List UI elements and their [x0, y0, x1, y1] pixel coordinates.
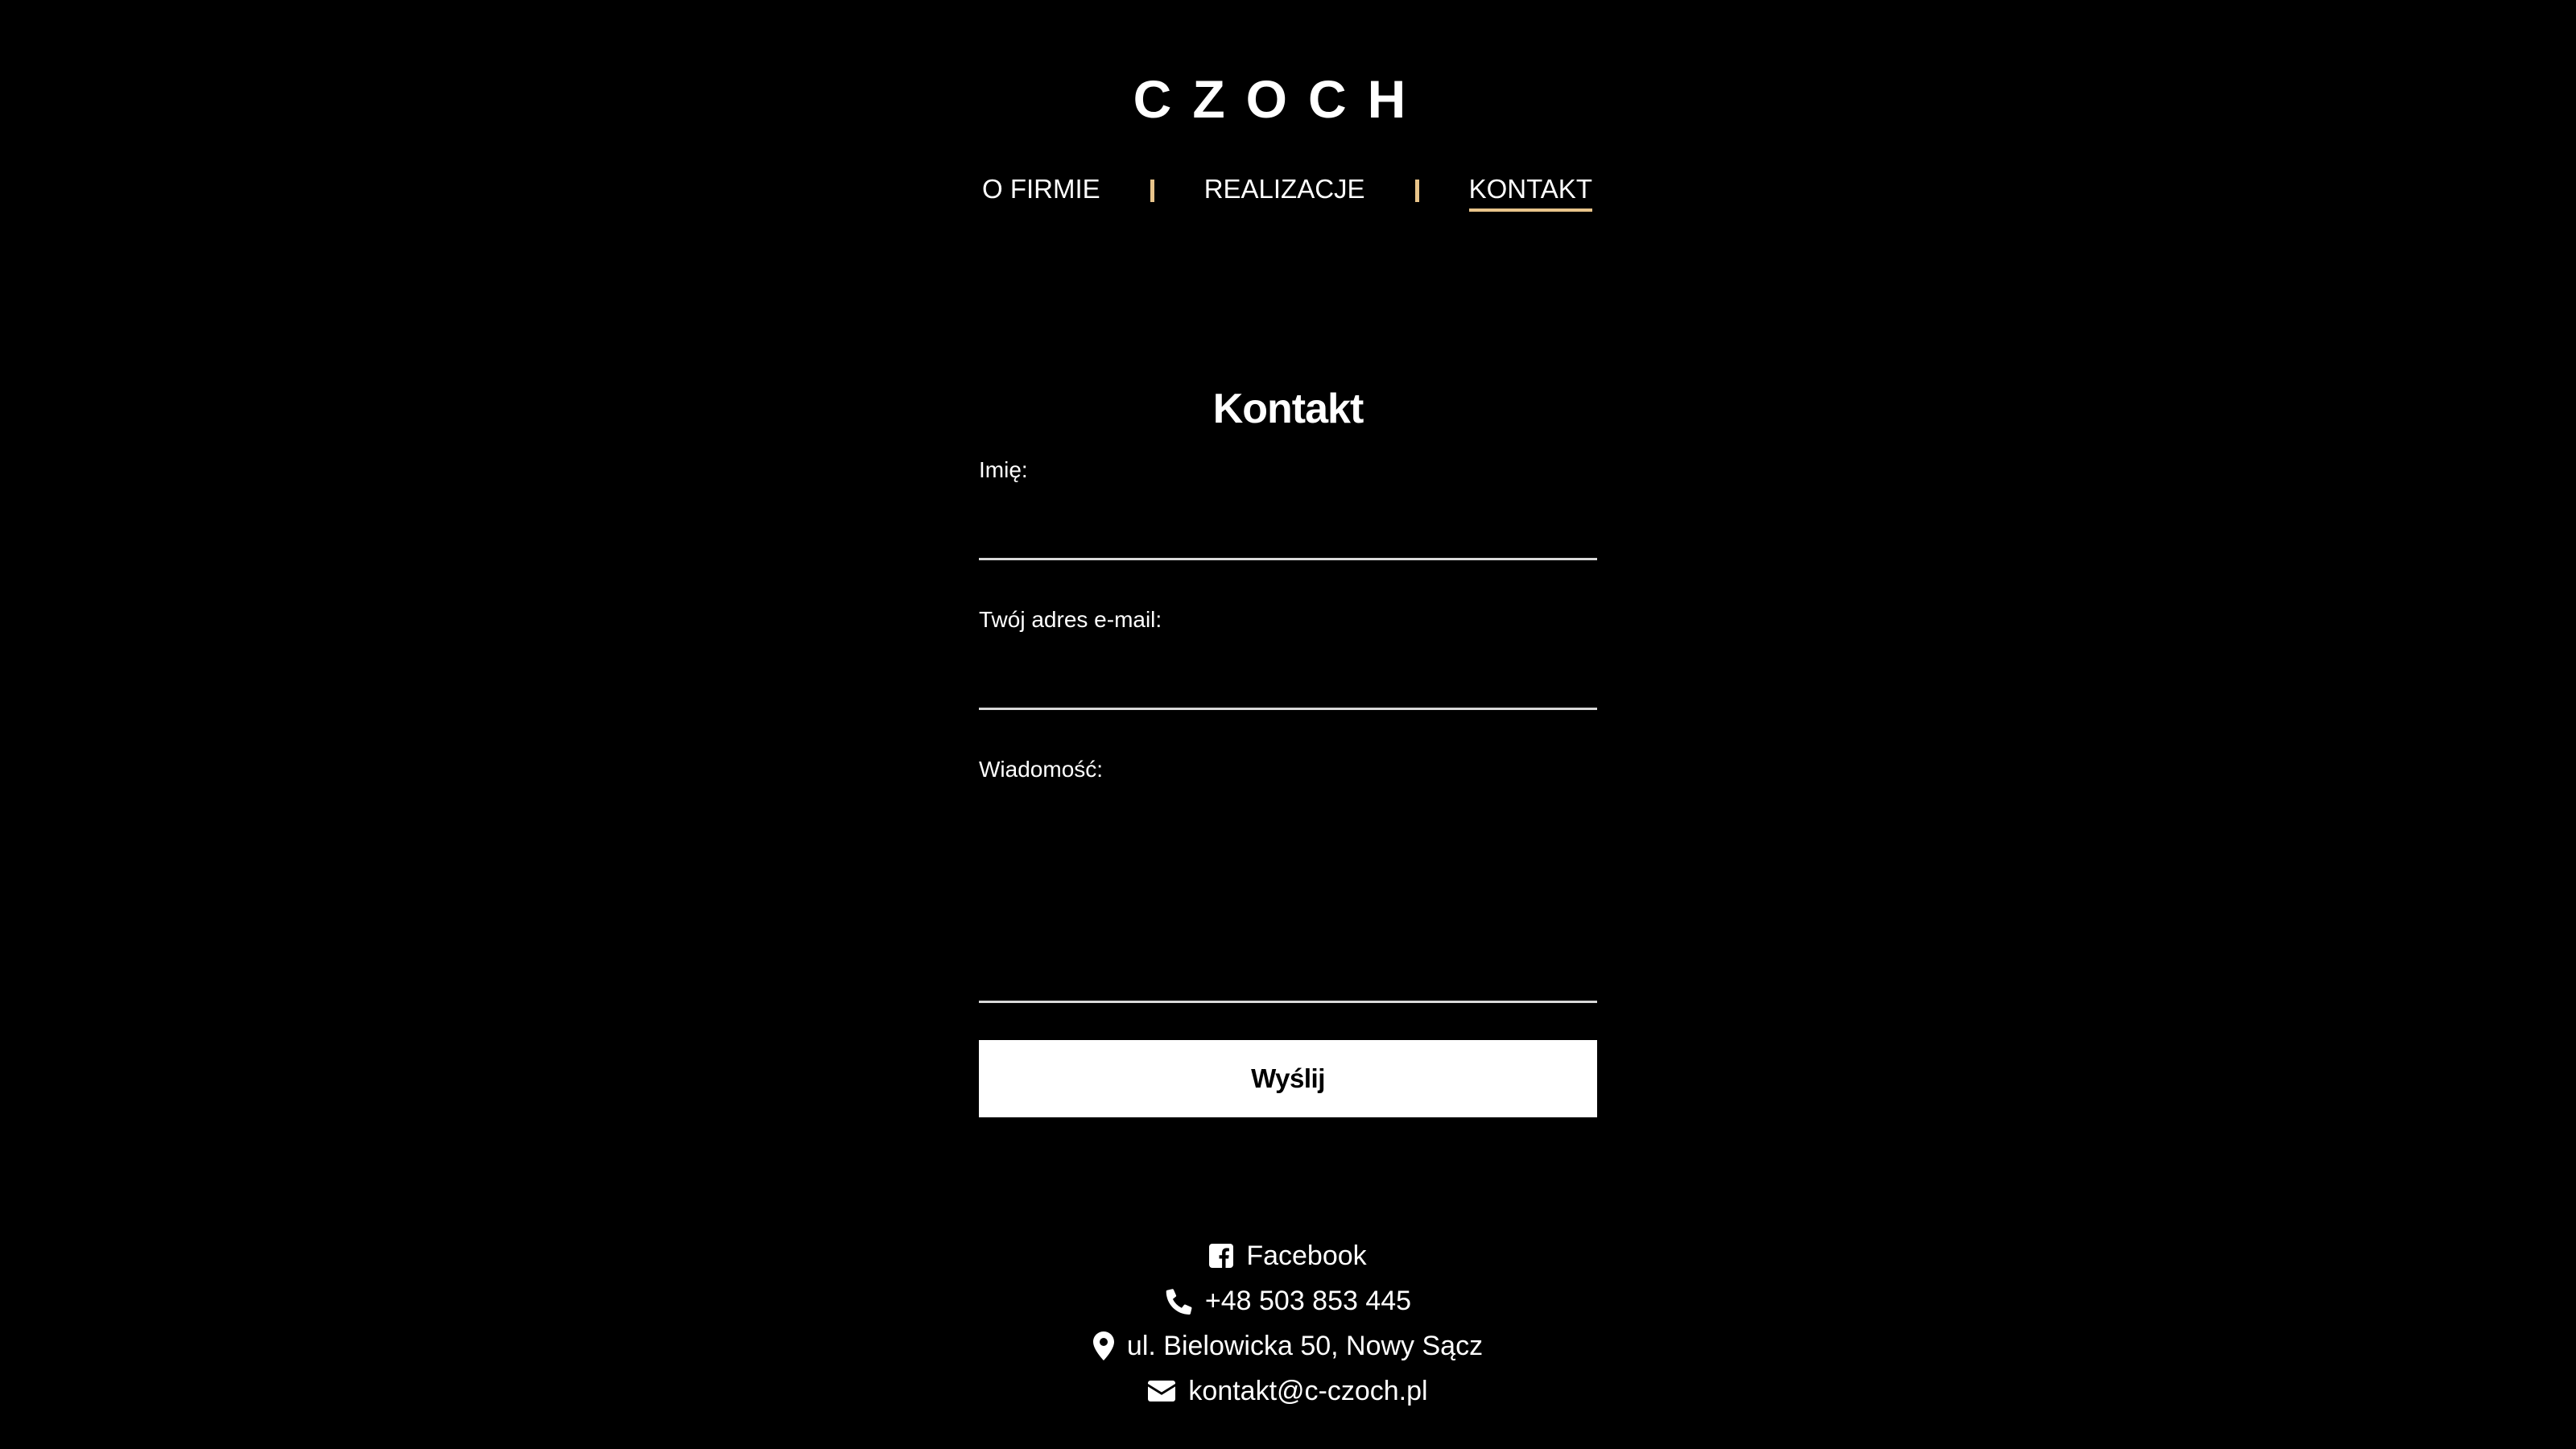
main-nav-items: O FIRMIE REALIZACJE KONTAKT: [982, 171, 1592, 212]
nav-separator: [1414, 180, 1419, 202]
phone-row: +48 503 853 445: [0, 1278, 2576, 1323]
email-row: kontakt@c-czoch.pl: [0, 1368, 2576, 1414]
email-link[interactable]: kontakt@c-czoch.pl: [1188, 1376, 1427, 1407]
name-label: Imię:: [979, 457, 1028, 482]
address-text: ul. Bielowicka 50, Nowy Sącz: [1126, 1330, 1484, 1361]
map-pin-icon: [1092, 1331, 1114, 1360]
phone-icon: [1165, 1287, 1192, 1315]
nav-item-o-firmie[interactable]: O FIRMIE: [982, 171, 1100, 212]
contact-form: Kontakt Imię: Twój adres e-mail: Wiadomo…: [979, 378, 1597, 1117]
nav-separator: [1150, 180, 1154, 202]
contact-info: Facebook +48 503 853 445 ul. Bielowicka …: [0, 1233, 2576, 1414]
nav-item-realizacje[interactable]: REALIZACJE: [1204, 171, 1365, 212]
facebook-link[interactable]: Facebook: [1246, 1241, 1366, 1272]
facebook-icon: [1209, 1244, 1234, 1268]
envelope-icon: [1148, 1381, 1176, 1402]
phone-link[interactable]: +48 503 853 445: [1205, 1286, 1411, 1317]
email-label: Twój adres e-mail:: [979, 607, 1162, 632]
nav-item-kontakt[interactable]: KONTAKT: [1468, 171, 1592, 212]
name-field[interactable]: [979, 486, 1597, 560]
message-label: Wiadomość:: [979, 757, 1104, 782]
page: CZOCH O FIRMIE REALIZACJE KONTAKT Kontak…: [0, 0, 2576, 1449]
message-field[interactable]: [979, 786, 1597, 1003]
facebook-link-row: Facebook: [0, 1233, 2576, 1278]
main-nav: O FIRMIE REALIZACJE KONTAKT: [0, 167, 2576, 216]
page-title: Kontakt: [1212, 386, 1364, 432]
site-logo[interactable]: CZOCH: [0, 71, 2560, 127]
email-field[interactable]: [979, 636, 1597, 710]
send-button[interactable]: Wyślij: [979, 1040, 1597, 1117]
address-row: ul. Bielowicka 50, Nowy Sącz: [0, 1323, 2576, 1368]
